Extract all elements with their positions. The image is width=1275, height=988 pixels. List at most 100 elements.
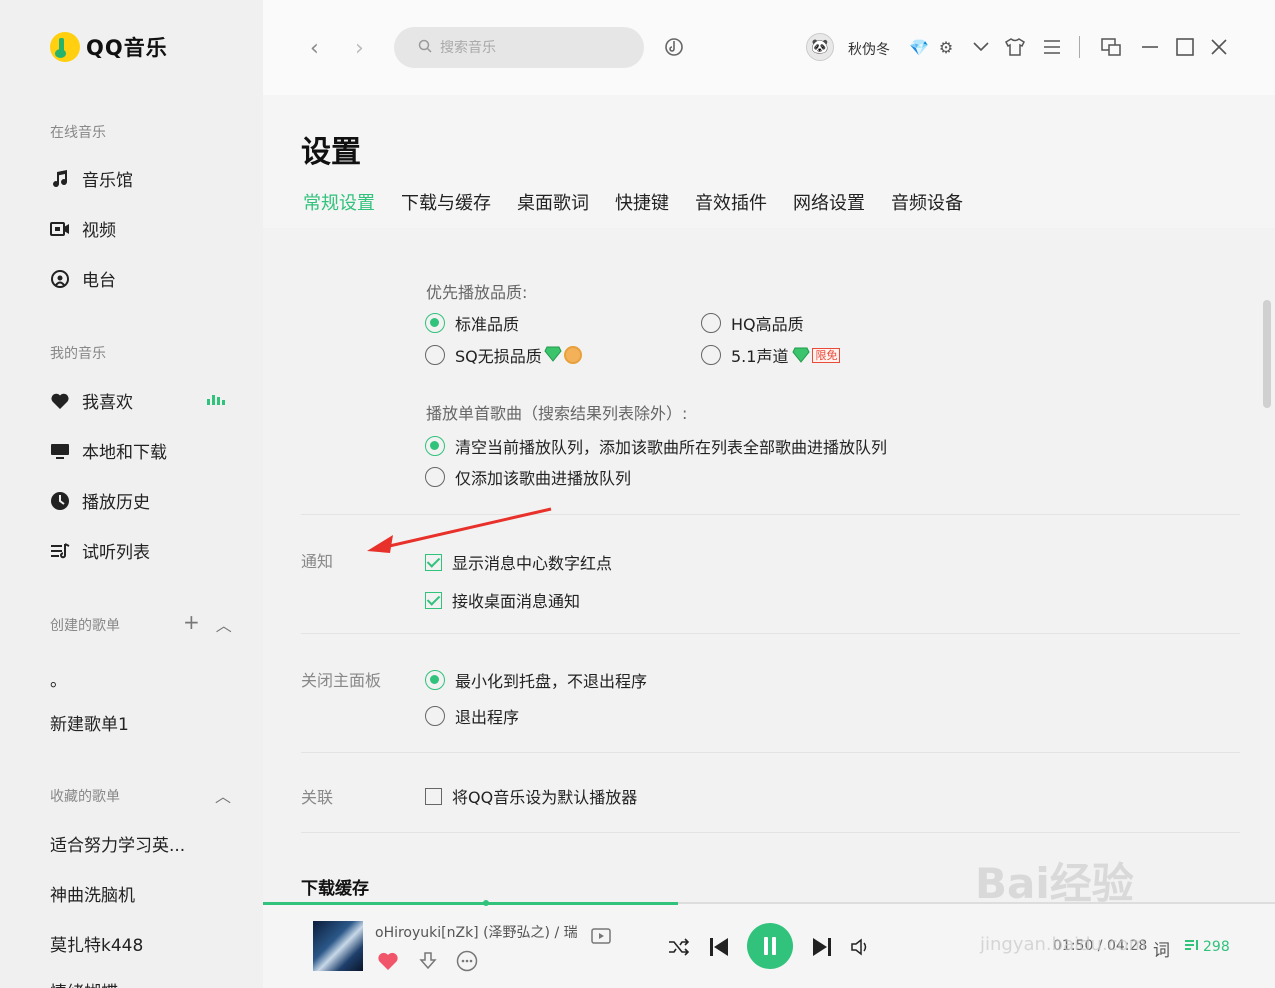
tab-audio-device[interactable]: 音频设备 (891, 189, 963, 215)
progress-handle[interactable] (483, 900, 489, 906)
radio-button[interactable] (425, 313, 445, 333)
lyrics-button[interactable]: 词 (1153, 936, 1170, 961)
collapse-collected-icon[interactable]: ︿ (215, 783, 231, 807)
playlist-add-only-radio[interactable]: 仅添加该歌曲进播放队列 (425, 465, 631, 489)
playlist-replace-radio[interactable]: 清空当前播放队列，添加该歌曲所在列表全部歌曲进播放队列 (425, 434, 887, 458)
progress-fill (263, 902, 678, 905)
radio-button[interactable] (425, 670, 445, 690)
skin-shirt-icon[interactable] (1004, 36, 1026, 58)
tab-desktop-lyrics[interactable]: 桌面歌词 (517, 189, 589, 215)
collected-playlist-item[interactable]: 莫扎特k448 (50, 931, 143, 956)
sidebar-item-music-hall[interactable]: 音乐馆 (50, 166, 133, 191)
collected-playlist-item[interactable]: 适合努力学习英... (50, 831, 185, 856)
quality-standard-radio[interactable]: 标准品质 (425, 311, 519, 335)
volume-icon[interactable] (849, 935, 873, 959)
sidebar-item-favorites[interactable]: 我喜欢 (50, 388, 133, 413)
radio-icon (50, 269, 70, 289)
close-icon[interactable] (1208, 36, 1230, 58)
notify-label: 通知 (301, 552, 334, 571)
notify-desktop-checkbox[interactable]: 接收桌面消息通知 (425, 588, 580, 612)
back-arrow-icon[interactable]: ‹ (310, 36, 319, 61)
sidebar-item-radio[interactable]: 电台 (50, 266, 116, 291)
playlist-count[interactable]: 298 (1185, 939, 1230, 955)
collapse-created-icon[interactable]: ︿ (216, 612, 232, 636)
more-options-icon[interactable] (455, 949, 479, 973)
song-info[interactable]: oHiroyuki[nZk] (泽野弘之) / 瑞 (375, 922, 585, 942)
coin-badge-icon (563, 346, 582, 364)
green-diamond-badge-icon[interactable]: ⚙ (935, 36, 957, 58)
close-minimize-radio[interactable]: 最小化到托盘，不退出程序 (425, 668, 647, 692)
section-divider (301, 832, 1240, 833)
sidebar-item-label: 试听列表 (82, 543, 150, 563)
created-playlist-item[interactable]: 新建歌单1 (50, 710, 129, 735)
vip-badge-icon[interactable]: 💎 (908, 36, 930, 58)
tab-network[interactable]: 网络设置 (793, 189, 865, 215)
quality-51-radio[interactable]: 5.1声道 限免 (701, 343, 841, 367)
radio-button[interactable] (425, 345, 445, 365)
collected-playlist-item[interactable]: 神曲洗脑机 (50, 881, 135, 906)
scrollbar[interactable] (1263, 300, 1271, 408)
settings-header: 设置 常规设置 下载与缓存 桌面歌词 快捷键 音效插件 网络设置 音频设备 (263, 95, 1275, 232)
green-diamond-icon (544, 346, 562, 362)
collected-playlist-item[interactable]: 情绪蝴蝶 (50, 978, 118, 988)
music-recognition-icon[interactable] (663, 36, 685, 58)
album-cover[interactable] (313, 921, 363, 971)
music-note-icon (50, 169, 70, 189)
minimize-icon[interactable] (1139, 36, 1161, 58)
checkbox[interactable] (425, 787, 442, 805)
previous-track-icon[interactable] (707, 935, 731, 959)
next-track-icon[interactable] (810, 935, 834, 959)
section-title-online: 在线音乐 (50, 125, 106, 141)
checkbox[interactable] (425, 591, 442, 609)
section-title-collected: 收藏的歌单 (50, 789, 120, 805)
section-title-created: 创建的歌单 (50, 618, 120, 634)
download-icon[interactable] (416, 949, 440, 973)
tab-general[interactable]: 常规设置 (303, 189, 375, 232)
quality-sq-radio[interactable]: SQ无损品质 (425, 343, 582, 367)
default-player-checkbox[interactable]: 将QQ音乐设为默认播放器 (425, 784, 637, 808)
option-label: 将QQ音乐设为默认播放器 (452, 788, 638, 807)
radio-button[interactable] (425, 436, 445, 456)
association-label: 关联 (301, 788, 334, 807)
top-bar: ‹ › 🐼 秋伪冬 💎 ⚙ (263, 0, 1275, 95)
tab-shortcuts[interactable]: 快捷键 (615, 189, 669, 215)
sidebar-item-video[interactable]: 视频 (50, 216, 116, 241)
tab-download-cache[interactable]: 下载与缓存 (401, 189, 491, 215)
close-exit-radio[interactable]: 退出程序 (425, 704, 519, 728)
option-label: HQ高品质 (731, 315, 804, 334)
sidebar-item-label: 播放历史 (82, 493, 150, 513)
radio-button[interactable] (701, 313, 721, 333)
tab-sound-plugins[interactable]: 音效插件 (695, 189, 767, 215)
search-input[interactable] (440, 39, 620, 56)
sidebar-item-label: 本地和下载 (82, 443, 167, 463)
quality-title: 优先播放品质: (426, 283, 528, 302)
option-label: 退出程序 (455, 708, 520, 727)
sidebar-item-trial-list[interactable]: 试听列表 (50, 538, 150, 563)
mv-icon[interactable] (589, 924, 613, 948)
shuffle-icon[interactable] (667, 935, 691, 959)
sidebar-item-history[interactable]: 播放历史 (50, 488, 150, 513)
created-playlist-item[interactable]: 。 (50, 666, 67, 691)
like-heart-icon[interactable] (376, 949, 400, 973)
radio-button[interactable] (425, 467, 445, 487)
maximize-icon[interactable] (1174, 36, 1196, 58)
app-logo[interactable]: QQ音乐 (50, 32, 168, 62)
quality-hq-radio[interactable]: HQ高品质 (701, 311, 804, 335)
search-box[interactable] (394, 27, 644, 68)
username[interactable]: 秋伪冬 (848, 39, 890, 59)
add-playlist-icon[interactable]: + (183, 610, 200, 636)
settings-content: 优先播放品质: 标准品质 HQ高品质 SQ无损品质 5.1声道 限免 播放单首歌… (263, 228, 1275, 902)
radio-button[interactable] (425, 706, 445, 726)
playlist-queue-icon (1185, 939, 1199, 955)
forward-arrow-icon[interactable]: › (355, 36, 364, 61)
option-label: 清空当前播放队列，添加该歌曲所在列表全部歌曲进播放队列 (455, 438, 888, 457)
now-playing-bars-icon (207, 393, 225, 405)
user-avatar[interactable]: 🐼 (806, 33, 834, 61)
chevron-down-icon[interactable] (970, 36, 992, 58)
mini-mode-icon[interactable] (1100, 36, 1122, 58)
sidebar-item-local-downloads[interactable]: 本地和下载 (50, 438, 167, 463)
pause-button[interactable] (747, 923, 793, 969)
toolbar-divider (1079, 36, 1080, 58)
menu-icon[interactable] (1041, 36, 1063, 58)
radio-button[interactable] (701, 345, 721, 365)
